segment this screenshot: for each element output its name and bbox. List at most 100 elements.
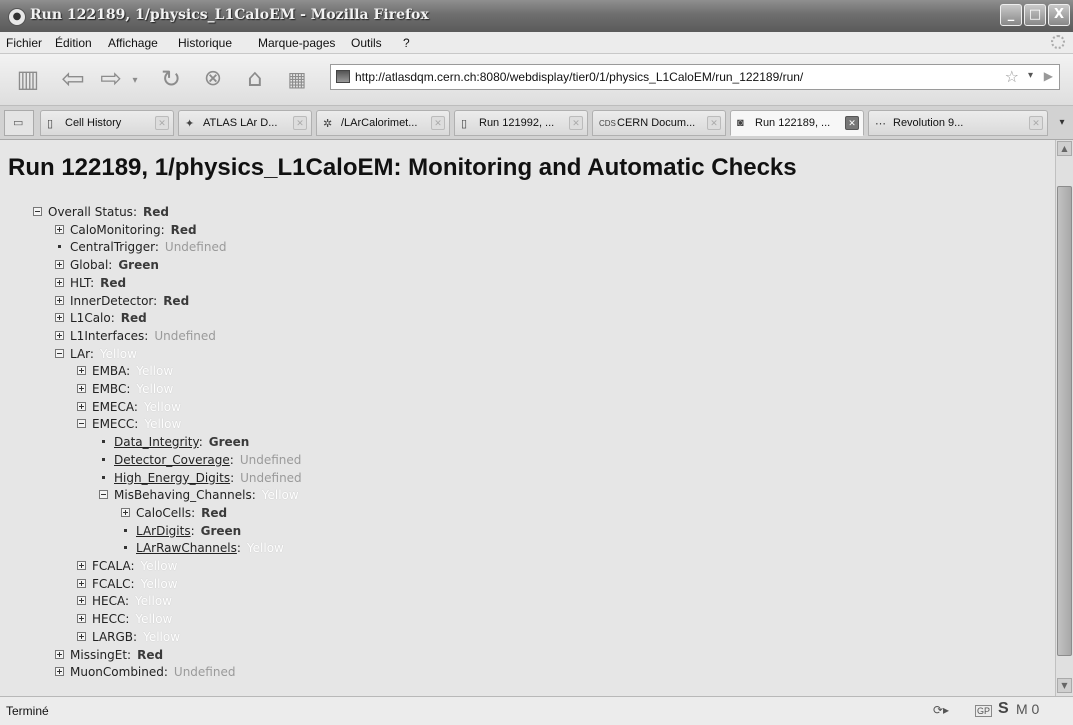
collapse-icon[interactable] xyxy=(77,419,86,429)
history-dropdown-icon[interactable]: ▾ xyxy=(128,66,142,96)
expand-icon[interactable] xyxy=(77,366,86,376)
expand-icon[interactable] xyxy=(77,578,86,588)
status-badge: Yellow xyxy=(99,346,137,361)
close-button[interactable]: X xyxy=(1048,4,1070,26)
menu-fichier[interactable]: Fichier xyxy=(6,36,42,50)
scrollbar-thumb[interactable] xyxy=(1057,186,1072,656)
separator: : xyxy=(236,541,241,556)
tab-revolution[interactable]: ⋯ Revolution 9... ✕ xyxy=(868,110,1048,136)
minimize-button[interactable]: _ xyxy=(1000,4,1022,26)
bookmark-star-icon[interactable]: ☆ xyxy=(1005,67,1019,86)
back-button[interactable]: ⇦ xyxy=(56,64,90,94)
scroll-down-icon[interactable]: ▼ xyxy=(1057,678,1072,693)
tree-row: MissingEt: Red xyxy=(55,647,163,664)
tab-close-icon[interactable]: ✕ xyxy=(569,116,583,130)
node-name: CaloMonitoring: xyxy=(70,222,165,237)
tree-row: InnerDetector: Red xyxy=(55,293,189,310)
tab-close-icon[interactable]: ✕ xyxy=(155,116,169,130)
activity-icon: ⟳▸ xyxy=(933,703,950,717)
url-dropdown-icon[interactable]: ▾ xyxy=(1028,70,1033,81)
status-badge: Green xyxy=(208,435,250,450)
menu-help[interactable]: ? xyxy=(403,36,410,50)
status-badge: Green xyxy=(118,258,159,273)
reload-button[interactable]: ↻ xyxy=(156,64,186,94)
tab-scroll-right-icon[interactable]: ▾ xyxy=(1054,110,1070,136)
expand-icon[interactable] xyxy=(55,260,64,270)
expand-icon[interactable] xyxy=(55,277,64,287)
expand-icon[interactable] xyxy=(77,561,86,570)
expand-icon[interactable] xyxy=(121,507,130,517)
tab-close-icon[interactable]: ✕ xyxy=(431,116,445,130)
tree-row: HLT: Red xyxy=(55,275,126,292)
menu-historique[interactable]: Historique xyxy=(178,36,232,50)
go-button[interactable]: ▶ xyxy=(1044,69,1053,83)
expand-icon[interactable] xyxy=(55,295,64,305)
status-badge: Yellow xyxy=(135,594,172,609)
expand-icon[interactable] xyxy=(77,384,86,393)
expand-icon[interactable] xyxy=(77,614,86,624)
check-link[interactable]: Detector_Coverage xyxy=(114,453,230,467)
expand-icon[interactable] xyxy=(55,313,64,323)
tab-close-icon[interactable]: ✕ xyxy=(1029,116,1043,130)
stop-button[interactable]: ⊗ xyxy=(198,64,228,94)
status-bar: Terminé ⟳▸ GP S M 0 xyxy=(0,696,1073,725)
tab-atlas-lar[interactable]: ✦ ATLAS LAr D... ✕ xyxy=(178,110,312,136)
expand-icon[interactable] xyxy=(77,631,86,641)
tab-cern-document[interactable]: CDS CERN Docum... ✕ xyxy=(592,110,726,136)
tab-close-icon[interactable]: ✕ xyxy=(845,116,859,130)
mail-addon-icon[interactable]: M 0 xyxy=(1016,701,1039,717)
expand-icon[interactable] xyxy=(55,330,64,340)
menu-affichage[interactable]: Affichage xyxy=(108,36,158,50)
tab-run-121992[interactable]: ▯ Run 121992, ... ✕ xyxy=(454,110,588,136)
collapse-icon[interactable] xyxy=(55,348,64,358)
expand-icon[interactable] xyxy=(55,224,64,234)
status-badge: Undefined xyxy=(239,452,302,467)
window-title: Run 122189, 1/physics_L1CaloEM - Mozilla… xyxy=(30,7,429,23)
status-badge: Red xyxy=(163,293,190,308)
menu-outils[interactable]: Outils xyxy=(351,36,382,50)
collapse-icon[interactable] xyxy=(99,490,108,500)
status-badge: Red xyxy=(170,222,197,237)
menu-marque-pages[interactable]: Marque-pages xyxy=(258,36,335,50)
tree-row: LArRawChannels: Yellow xyxy=(121,540,284,557)
separator: : xyxy=(198,435,203,450)
separator: : xyxy=(230,470,235,485)
tree-row: HECC: Yellow xyxy=(77,611,172,628)
status-badge: Yellow xyxy=(140,576,178,591)
tab-larcalorimeter[interactable]: ✲ /LArCalorimet... ✕ xyxy=(316,110,450,136)
tab-close-icon[interactable]: ✕ xyxy=(293,116,307,130)
tab-run-122189[interactable]: ◙ Run 122189, ... ✕ xyxy=(730,110,864,136)
maximize-button[interactable]: □ xyxy=(1024,4,1046,26)
scroll-up-icon[interactable]: ▲ xyxy=(1057,141,1072,156)
tab-cell-history[interactable]: ▯ Cell History ✕ xyxy=(40,110,174,136)
menu-edition[interactable]: Édition xyxy=(55,36,92,50)
expand-icon[interactable] xyxy=(77,596,86,606)
collapse-icon[interactable] xyxy=(33,207,42,216)
expand-icon[interactable] xyxy=(55,649,64,659)
forward-button[interactable]: ⇨ xyxy=(96,64,126,94)
site-favicon-icon xyxy=(336,70,350,83)
check-link[interactable]: Data_Integrity xyxy=(114,435,199,449)
tab-close-icon[interactable]: ✕ xyxy=(707,116,721,130)
check-link[interactable]: High_Energy_Digits xyxy=(114,471,230,485)
node-name: CaloCells: xyxy=(136,505,196,520)
bullet-icon xyxy=(124,546,127,550)
node-name: EMBA: xyxy=(92,364,131,379)
tab-list-button[interactable]: ▭ xyxy=(4,110,34,136)
vertical-scrollbar[interactable]: ▲ ▼ xyxy=(1055,140,1073,696)
address-bar[interactable]: http://atlasdqm.cern.ch:8080/webdisplay/… xyxy=(330,64,1060,90)
skype-addon-icon[interactable]: S xyxy=(998,700,1009,718)
expand-icon[interactable] xyxy=(55,667,64,677)
status-badge: Yellow xyxy=(144,417,182,432)
calendar-icon[interactable]: ▦ xyxy=(282,64,312,94)
check-link[interactable]: LArRawChannels xyxy=(136,541,237,555)
check-link[interactable]: LArDigits xyxy=(136,524,191,538)
node-name: MisBehaving_Channels: xyxy=(114,488,256,503)
expand-icon[interactable] xyxy=(77,401,86,411)
home-button[interactable]: ⌂ xyxy=(240,63,270,93)
node-name: CentralTrigger: xyxy=(70,240,159,255)
url-text[interactable]: http://atlasdqm.cern.ch:8080/webdisplay/… xyxy=(355,70,803,84)
bullet-icon xyxy=(102,457,105,461)
gp-addon-icon[interactable]: GP xyxy=(975,705,993,717)
sidebar-icon[interactable]: ▥ xyxy=(16,64,40,94)
